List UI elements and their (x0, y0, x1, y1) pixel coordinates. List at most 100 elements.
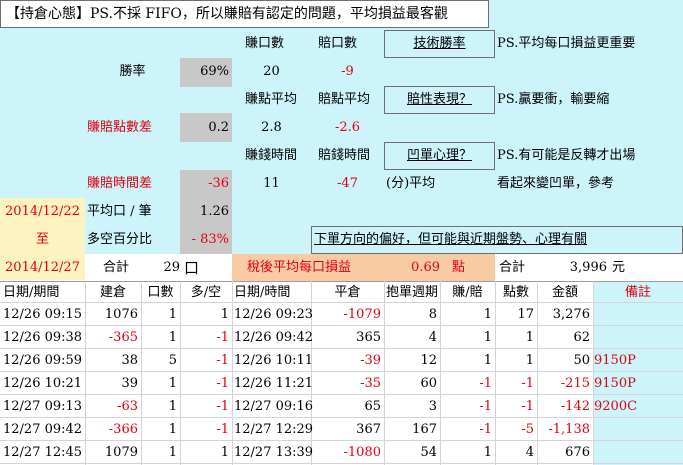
cell-direction: -1 (216, 399, 229, 414)
remark-column-bg (593, 281, 683, 465)
cell-entry: -365 (108, 330, 138, 345)
cell-open-time: 12/26 09:59 (3, 353, 83, 368)
col-header-exit: 平倉 (334, 285, 361, 300)
cell-close-time: 12/27 13:39 (234, 445, 314, 460)
point-diff-value: 0.2 (208, 120, 229, 135)
cell-win-loss: 1 (483, 330, 492, 345)
win-rate-label: 勝率 (119, 64, 146, 79)
grid-line (0, 325, 683, 326)
win-count-value: 20 (263, 64, 280, 79)
avg-per-lot-value: 1.26 (200, 204, 229, 219)
cell-hold: 60 (420, 376, 437, 391)
grid-line (0, 417, 683, 418)
cell-points: -1 (521, 376, 534, 391)
cell-exit: 367 (356, 422, 381, 437)
col-header-remark: 備註 (624, 285, 651, 300)
cell-exit: 365 (356, 330, 381, 345)
total-trades: 29 (163, 260, 180, 275)
cell-hold: 8 (428, 307, 437, 322)
cell-entry: -366 (108, 422, 138, 437)
loss-time-label: 賠錢時間 (318, 148, 371, 163)
cell-win-loss: -1 (479, 376, 492, 391)
avg-win-points-label: 賺點平均 (245, 92, 298, 107)
col-header-qty: 口數 (147, 285, 174, 300)
tech-win-rate-link[interactable]: 技術勝率 (384, 37, 495, 50)
total-unit: 口 (184, 259, 200, 277)
long-short-label: 多空百分比 (87, 232, 153, 247)
cell-exit: -1079 (343, 307, 381, 322)
cell-direction: -1 (216, 353, 229, 368)
grid-line (232, 281, 233, 465)
col-header-entry: 建倉 (99, 285, 126, 300)
cell-exit: -39 (360, 353, 381, 368)
col-header-amount: 金額 (551, 285, 578, 300)
loss-time-value: -47 (337, 176, 358, 191)
grid-line (593, 281, 594, 465)
time-unit-note: (分)平均 (386, 176, 436, 191)
cell-qty: 1 (168, 307, 177, 322)
avg-per-lot-label: 平均口 / 筆 (87, 204, 152, 219)
col-header-exit-time: 日期/時間 (234, 285, 291, 300)
cell-qty: 1 (168, 399, 177, 414)
col-header-hold-period: 抱單週期 (385, 285, 438, 300)
cell-entry: 1079 (104, 445, 138, 460)
cell-direction: 1 (220, 445, 229, 460)
loss-count-value: -9 (341, 64, 354, 79)
col-header-date: 日期/期間 (3, 285, 60, 300)
cell-open-time: 12/26 10:21 (3, 376, 83, 391)
note-4: 看起來變凹單，參考 (497, 176, 615, 191)
after-tax-value: 0.69 (411, 260, 440, 275)
avg-loss-points-value: -2.6 (334, 120, 361, 135)
risk-reward-link[interactable]: 賠性表現？ (384, 93, 495, 106)
cell-close-time: 12/27 09:16 (234, 399, 314, 414)
cell-qty: 1 (168, 330, 177, 345)
long-short-value: - 83% (191, 232, 229, 247)
avg-win-points-value: 2.8 (261, 120, 282, 135)
cell-exit: 65 (364, 399, 381, 414)
cell-entry: 38 (121, 353, 138, 368)
spreadsheet: 【持倉心態】PS.不採 FIFO，所以賺賠有認定的問題，平均損益最客觀 賺口數 … (0, 0, 683, 465)
start-date: 2014/12/22 (5, 204, 80, 219)
cell-hold: 4 (428, 330, 437, 345)
cell-direction: 1 (220, 307, 229, 322)
end-date: 2014/12/27 (5, 260, 80, 275)
note-1: PS.平均每口損益更重要 (497, 36, 636, 51)
cell-hold: 3 (428, 399, 437, 414)
cell-points: 4 (525, 445, 534, 460)
cell-win-loss: -1 (479, 422, 492, 437)
col-header-points: 點數 (502, 285, 529, 300)
after-tax-unit: 點 (452, 260, 466, 275)
date-range-to: 至 (35, 232, 49, 247)
point-diff-label: 賺賠點數差 (87, 120, 153, 135)
cell-entry: 1076 (104, 307, 138, 322)
cell-close-time: 12/26 10:11 (234, 353, 314, 368)
cell-amount: 50 (573, 353, 590, 368)
cell-amount: 62 (573, 330, 590, 345)
cell-points: -1 (521, 399, 534, 414)
total-label: 合計 (103, 260, 130, 275)
cell-points: 1 (525, 330, 534, 345)
win-time-value: 11 (263, 176, 280, 191)
cell-amount: -142 (560, 399, 590, 414)
loss-count-label: 賠口數 (318, 36, 358, 51)
cell-points: 1 (525, 353, 534, 368)
grid-line (0, 440, 683, 441)
grid-line (0, 371, 683, 372)
cell-direction: -1 (216, 330, 229, 345)
time-diff-label: 賺賠時間差 (87, 176, 153, 191)
grand-total-label: 合計 (499, 260, 526, 275)
cell-hold: 54 (420, 445, 437, 460)
cell-direction: -1 (216, 422, 229, 437)
cell-points: 17 (517, 307, 534, 322)
cell-open-time: 12/27 09:13 (3, 399, 83, 414)
cell-entry: -63 (117, 399, 138, 414)
cell-win-loss: -1 (479, 399, 492, 414)
averaging-link[interactable]: 凹單心理？ (384, 149, 495, 162)
cell-remark: 9200C (594, 399, 638, 414)
bias-link[interactable]: 下單方向的偏好，但可能與近期盤勢、心理有關 (314, 233, 587, 246)
cell-hold: 167 (412, 422, 437, 437)
cell-direction: -1 (216, 376, 229, 391)
grid-line (0, 394, 683, 395)
cell-close-time: 12/26 09:23 (234, 307, 314, 322)
cell-amount: -215 (560, 376, 590, 391)
